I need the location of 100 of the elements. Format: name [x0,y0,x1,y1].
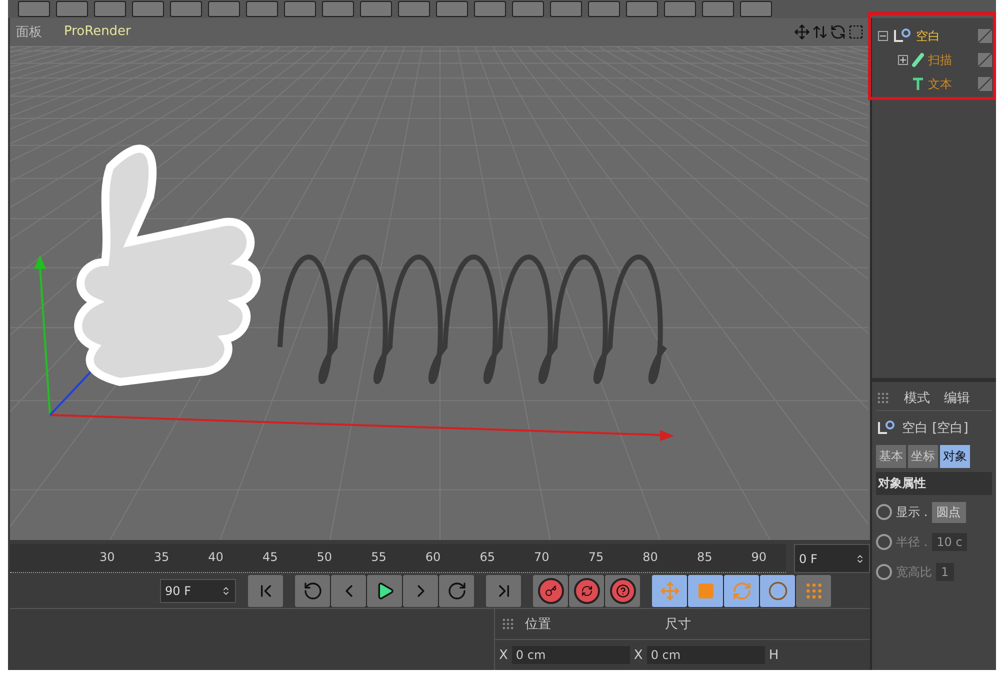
toolbar-icon[interactable] [18,1,50,17]
frame-tick-label: 65 [478,548,496,566]
zoom-view-icon[interactable] [812,24,828,40]
object-title: 空白 [空白] [902,420,968,437]
viewport-menu-item[interactable]: 面板 [16,22,42,41]
point-tool-button[interactable] [796,574,831,607]
rotate-view-icon[interactable] [830,24,846,40]
frame-tick-label: 60 [424,548,442,566]
go-to-start-button[interactable] [248,574,283,607]
spinner-icon[interactable] [221,586,231,596]
attribute-tab[interactable]: 基本 [876,445,906,468]
next-key-button[interactable] [439,574,474,607]
toolbar-icon[interactable] [246,1,278,17]
null-object-icon [892,28,912,44]
toolbar-icon[interactable] [702,1,734,17]
toolbar-icon[interactable] [322,1,354,17]
attribute-label: 显示 . [896,504,928,520]
scale-icon [696,582,714,600]
panel-grip-icon [501,617,515,632]
step-back-button[interactable] [331,574,366,607]
tag-icon [978,77,992,91]
frame-tick-label: 85 [696,548,714,566]
tag-icon [978,29,992,43]
axis-label: X [499,648,508,663]
end-frame-field[interactable]: 90 F [160,578,236,603]
move-icon [660,580,680,601]
timeline-ruler[interactable]: 30 35 40 45 50 55 60 65 70 75 80 85 90 [10,544,786,574]
parameter-tool-button[interactable] [760,574,795,607]
frame-tick-label: 45 [261,548,279,566]
dots-grid-icon [804,580,824,601]
sweep-icon [912,53,924,67]
frame-tick-label: 30 [98,548,116,566]
go-to-end-button[interactable] [486,574,521,607]
coordinate-field[interactable]: 0 cm [512,646,630,664]
move-view-icon[interactable] [794,24,810,40]
toolbar-icon[interactable] [664,1,696,17]
record-button[interactable] [533,574,568,607]
toolbar-icon[interactable] [588,1,620,17]
attribute-tab[interactable]: 坐标 [908,445,938,468]
refresh-icon [580,584,592,597]
radio-icon[interactable] [876,564,892,580]
attribute-field[interactable]: 10 c [932,533,968,551]
toolbar-icon[interactable] [56,1,88,17]
toolbar-icon[interactable] [550,1,582,17]
frame-tick-label: 50 [316,548,334,566]
toolbar-icon[interactable] [132,1,164,17]
previous-key-button[interactable] [295,574,330,607]
auto-key-button[interactable] [569,574,604,607]
toolbar-icon[interactable] [398,1,430,17]
rotate-right-icon [446,580,466,601]
frame-tick-label: 55 [370,548,388,566]
play-button[interactable] [367,574,402,607]
display-dropdown[interactable]: 圆点 [932,502,966,522]
attribute-field[interactable]: 1 [936,563,954,581]
section-header: 对象属性 [876,472,992,495]
current-frame-field[interactable]: 0 F [794,544,870,574]
circle-icon [768,580,788,601]
frame-tick-label: 90 [750,548,768,566]
frame-tick-label: 70 [533,548,550,566]
axis-label: X [634,648,643,663]
frame-tick-label: 40 [207,548,224,566]
coordinate-field[interactable]: 0 cm [646,646,765,664]
panel-grip-icon [876,391,890,405]
rotate-left-icon [302,580,322,601]
key-icon [544,584,556,597]
viewport-menu-item[interactable]: ProRender [64,24,131,40]
axis-label: H [768,648,779,663]
maximize-view-icon[interactable] [848,24,864,40]
frame-tick-label: 35 [152,548,170,566]
attribute-tab[interactable]: 对象 [940,445,970,468]
attribute-label: 宽高比 [896,564,932,580]
attribute-label: 半径 . [896,534,928,550]
object-name[interactable]: 扫描 [928,52,952,68]
toolbar-icon[interactable] [284,1,316,17]
radio-icon[interactable] [876,534,892,550]
step-forward-button[interactable] [403,574,438,607]
text-object-icon [912,77,924,91]
help-icon [616,584,630,598]
frame-tick-label: 75 [587,548,605,566]
toolbar-icon[interactable] [208,1,240,17]
toolbar-icon[interactable] [474,1,506,17]
toolbar-icon[interactable] [360,1,392,17]
toolbar-icon[interactable] [436,1,468,17]
radio-icon[interactable] [876,504,892,520]
attributes-menu-item[interactable]: 模式 [904,389,930,407]
toolbar-icon[interactable] [740,1,772,17]
attributes-menu-item[interactable]: 编辑 [944,389,970,407]
expand-icon[interactable] [898,55,908,65]
spinner-icon[interactable] [855,554,865,564]
frame-tick-label: 80 [642,548,659,566]
null-object-icon [876,420,896,436]
toolbar-icon[interactable] [626,1,658,17]
toolbar-icon[interactable] [94,1,126,17]
object-name[interactable]: 文本 [928,76,952,92]
coordinates-header: 尺寸 [665,616,691,634]
key-help-button[interactable] [605,574,640,607]
collapse-icon[interactable] [878,31,888,41]
object-name[interactable]: 空白 [916,28,940,44]
toolbar-icon[interactable] [512,1,544,17]
toolbar-icon[interactable] [170,1,202,17]
